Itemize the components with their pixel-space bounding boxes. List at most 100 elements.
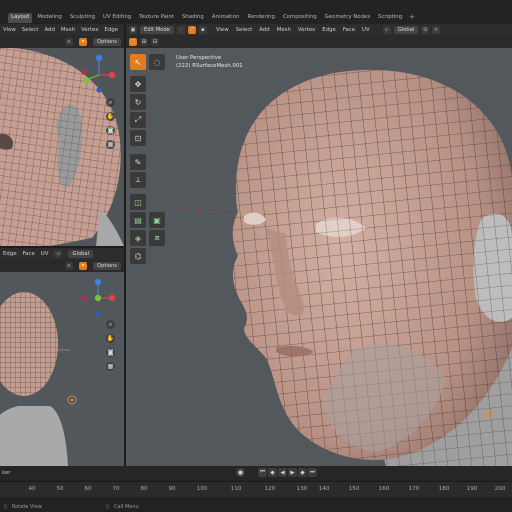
tab-uv-editing[interactable]: UV Editing	[100, 13, 134, 23]
options-dropdown[interactable]: Options	[92, 38, 121, 46]
menu-vertex-main[interactable]: Vertex	[298, 27, 315, 33]
add-cube-tool-icon[interactable]: ◫	[130, 194, 146, 210]
orientation-dropdown-lower[interactable]: Global	[68, 250, 93, 258]
menu-edge[interactable]: Edge	[104, 27, 118, 33]
grid-icon[interactable]: ▦	[106, 140, 115, 149]
timeline-track[interactable]	[0, 498, 512, 512]
measure-tool-icon[interactable]: ⟂	[130, 172, 146, 188]
left-top-viewport[interactable]: ⌕ ✋ ◙ ▦	[0, 48, 124, 246]
menu-view[interactable]: View	[3, 27, 16, 33]
status-call-menu: Call Menu	[114, 504, 139, 510]
edge-select-icon[interactable]: ⟋	[187, 26, 196, 34]
orientation-dropdown-main[interactable]: Global	[393, 26, 419, 34]
menu-uv-lower[interactable]: UV	[41, 251, 49, 257]
menu-add[interactable]: Add	[44, 27, 54, 33]
rotate-tool-icon[interactable]: ↻	[130, 94, 146, 110]
mode-dropdown[interactable]: Edit Mode	[140, 26, 174, 34]
left-top-subheader: ∩ ⌗ Options	[0, 36, 124, 48]
tick-label: 80	[140, 486, 148, 492]
zoom-icon[interactable]: ⌕	[106, 98, 115, 107]
grid-icon-lower[interactable]: ▦	[106, 362, 115, 371]
pan-hand-icon-lower[interactable]: ✋	[106, 334, 115, 343]
knife-tool-icon[interactable]: ⌬	[130, 248, 146, 264]
prev-keyframe-icon[interactable]: ◆	[268, 468, 277, 477]
tab-scripting[interactable]: Scripting	[375, 13, 405, 23]
orientation-icon-main[interactable]: ⊹	[382, 26, 391, 34]
pivot-icon[interactable]: ⊙	[421, 26, 430, 34]
tab-shading[interactable]: Shading	[179, 13, 207, 23]
left-bottom-viewport[interactable]: ⌕ ✋ ◙ ▦	[0, 272, 124, 466]
menu-select[interactable]: Select	[22, 27, 39, 33]
menu-view-main[interactable]: View	[216, 27, 229, 33]
menu-edge-main[interactable]: Edge	[322, 27, 336, 33]
tab-animation[interactable]: Animation	[209, 13, 242, 23]
tab-texture-paint[interactable]: Texture Paint	[136, 13, 177, 23]
jump-end-icon[interactable]: ⏭	[308, 468, 317, 477]
snap-toggle-icon[interactable]: ∩	[432, 26, 441, 34]
loop-cut-tool-icon[interactable]: ⧈	[149, 230, 165, 246]
tab-layout[interactable]: Layout	[8, 13, 33, 23]
select-mode-extend-icon[interactable]: ⊞	[140, 38, 148, 46]
menu-add-main[interactable]: Add	[259, 27, 269, 33]
tab-compositing[interactable]: Compositing	[280, 13, 320, 23]
tick-label: 150	[348, 486, 360, 492]
camera-icon-lower[interactable]: ◙	[106, 348, 115, 357]
magnet-icon-lower[interactable]: ∩	[64, 262, 73, 270]
menu-uv-main[interactable]: UV	[362, 27, 370, 33]
extrude-tool-icon[interactable]: ▤	[130, 212, 146, 228]
timeline-ruler[interactable]: 40 50 60 70 80 90 100 110 120 130 140 15…	[0, 481, 512, 497]
transform-tool-icon[interactable]: ⊡	[130, 130, 146, 146]
timeline-header: ker ● ⏮ ◆ ◀ ▶ ◆ ⏭	[0, 466, 512, 480]
menu-face-main[interactable]: Face	[343, 27, 355, 33]
editor-type-icon[interactable]: ▣	[129, 26, 137, 34]
tick-label: 170	[408, 486, 420, 492]
play-icon[interactable]: ▶	[288, 468, 297, 477]
record-icon[interactable]: ●	[236, 468, 245, 477]
axis-gizmo-icon-lower[interactable]	[76, 276, 122, 322]
top-bar: Layout Modeling Sculpting UV Editing Tex…	[0, 0, 512, 24]
timeline-left-label: ker	[2, 470, 11, 476]
face-select-icon[interactable]: ▪	[198, 26, 207, 34]
select-box-icon[interactable]: ⬚	[129, 38, 137, 46]
move-tool-icon[interactable]: ✥	[130, 76, 146, 92]
navigation-gizmo-lower[interactable]	[76, 276, 122, 322]
add-workspace-button[interactable]: +	[407, 13, 417, 23]
pan-hand-icon[interactable]: ✋	[106, 112, 115, 121]
vertex-select-icon[interactable]: ·	[176, 26, 185, 34]
menu-select-main[interactable]: Select	[236, 27, 253, 33]
menu-face-lower[interactable]: Face	[23, 251, 35, 257]
tab-sculpting[interactable]: Sculpting	[67, 13, 98, 23]
play-reverse-icon[interactable]: ◀	[278, 468, 287, 477]
inset-tool-icon[interactable]: ▣	[149, 212, 165, 228]
axis-gizmo-icon[interactable]	[76, 52, 122, 98]
options-dropdown-lower[interactable]: Options	[92, 262, 121, 270]
menu-mesh-main[interactable]: Mesh	[277, 27, 291, 33]
tab-modeling[interactable]: Modeling	[34, 13, 65, 23]
scale-tool-icon[interactable]: ⤢	[130, 112, 146, 128]
snap-icon-lower[interactable]: ⌗	[78, 262, 87, 270]
magnet-icon[interactable]: ∩	[64, 38, 73, 46]
menu-mesh[interactable]: Mesh	[61, 27, 75, 33]
navigation-gizmo[interactable]	[76, 52, 122, 98]
select-cursor-tool-icon[interactable]: ↖	[130, 54, 146, 70]
select-circle-tool-icon[interactable]: ◌	[149, 54, 165, 70]
bevel-tool-icon[interactable]: ◈	[130, 230, 146, 246]
tick-label: 110	[230, 486, 242, 492]
tick-label: 90	[168, 486, 176, 492]
annotate-tool-icon[interactable]: ✎	[130, 154, 146, 170]
menu-vertex[interactable]: Vertex	[81, 27, 98, 33]
orientation-icon[interactable]: ⊹	[54, 250, 63, 258]
main-viewport[interactable]: User Perspective (222) RSurfaceMesh.001	[126, 48, 512, 466]
menu-edge-lower[interactable]: Edge	[3, 251, 17, 257]
camera-icon[interactable]: ◙	[106, 126, 115, 135]
snap-icon[interactable]: ⌗	[78, 38, 87, 46]
status-rotate-view: Rotate View	[12, 504, 42, 510]
tab-geometry-nodes[interactable]: Geometry Nodes	[322, 13, 373, 23]
zoom-icon-lower[interactable]: ⌕	[106, 320, 115, 329]
tick-label: 190	[466, 486, 478, 492]
view-name: User Perspective	[176, 55, 222, 61]
next-keyframe-icon[interactable]: ◆	[298, 468, 307, 477]
jump-start-icon[interactable]: ⏮	[258, 468, 267, 477]
select-mode-subtract-icon[interactable]: ⊟	[151, 38, 159, 46]
tab-rendering[interactable]: Rendering	[244, 13, 278, 23]
